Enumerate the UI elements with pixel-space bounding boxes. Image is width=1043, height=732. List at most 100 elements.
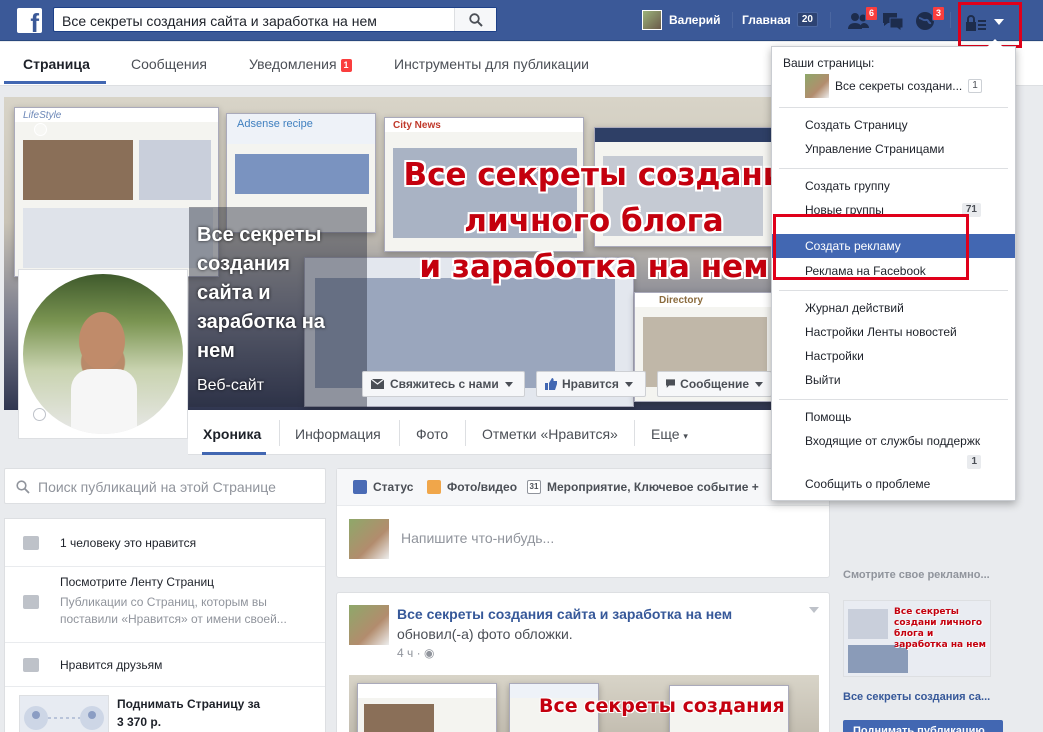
ads-header[interactable]: Смотрите свое рекламно... <box>843 569 990 581</box>
composer-tab-status[interactable]: Статус <box>353 480 413 494</box>
tab-likes[interactable]: Отметки «Нравится» <box>482 426 618 442</box>
menu-help[interactable]: Помощь <box>772 405 1015 429</box>
tab-notifications[interactable]: Уведомления 1 <box>249 56 352 72</box>
active-tab-indicator <box>4 81 106 84</box>
menu-settings[interactable]: Настройки <box>772 344 1015 368</box>
message-button[interactable]: Сообщение <box>657 371 772 397</box>
tab-more-label: Еще <box>651 426 680 442</box>
pages-feed-subtitle: Публикации со Страниц, которым вы постав… <box>60 595 287 626</box>
chevron-down-icon <box>994 19 1004 25</box>
divider <box>465 420 466 446</box>
promote-illustration <box>19 695 109 732</box>
avatar <box>349 519 389 559</box>
menu-create-page[interactable]: Создать Страницу <box>772 113 1015 137</box>
like-button[interactable]: Нравится <box>536 371 646 397</box>
envelope-icon <box>371 379 384 389</box>
tab-photos[interactable]: Фото <box>416 426 448 442</box>
dropdown-page-item[interactable]: Все секреты создани... 1 <box>805 74 1005 98</box>
avatar[interactable] <box>349 605 389 645</box>
tab-page[interactable]: Страница <box>23 56 90 72</box>
divider <box>279 420 280 446</box>
menu-report-problem[interactable]: Сообщить о проблеме <box>772 472 1015 496</box>
search-box[interactable]: Все секреты создания сайта и заработка н… <box>53 7 497 32</box>
mock-label: City News <box>385 118 583 132</box>
notifications-count-badge: 1 <box>340 58 352 72</box>
select-circle-icon[interactable] <box>33 408 46 421</box>
boost-post-button[interactable]: Поднимать публикацию <box>843 720 1003 732</box>
divider <box>634 420 635 446</box>
divider <box>950 12 951 28</box>
profile-picture[interactable] <box>18 269 188 439</box>
avatar <box>642 10 662 30</box>
support-inbox-badge: 1 <box>967 455 981 469</box>
cover-title-line: Все секреты создани <box>403 157 785 193</box>
post-options-chevron-icon[interactable] <box>809 607 819 613</box>
friends-badge: 6 <box>864 6 878 21</box>
page-post-search[interactable]: Поиск публикаций на этой Странице <box>4 468 326 504</box>
user-profile-link[interactable]: Валерий <box>642 9 721 31</box>
composer-tab-label: Мероприятие, Ключевое событие + <box>547 480 759 494</box>
post-action-text: обновил(-а) фото обложки. <box>397 626 573 642</box>
tab-messages[interactable]: Сообщения <box>131 56 207 72</box>
user-name: Валерий <box>669 13 721 27</box>
messages-icon <box>883 13 904 32</box>
chevron-down-icon <box>755 381 763 387</box>
promote-text: Поднимать Страницу за <box>117 697 261 711</box>
composer-tab-label: Фото/видео <box>447 480 518 494</box>
friends-like-row[interactable]: Нравится друзьям <box>5 643 325 687</box>
menu-manage-pages[interactable]: Управление Страницами <box>772 137 1015 161</box>
page-category[interactable]: Веб-сайт <box>197 377 264 395</box>
post-composer: Статус Фото/видео 31 Мероприятие, Ключево… <box>336 468 830 578</box>
feed-icon <box>23 595 39 609</box>
page-info-card: 1 человеку это нравится Посмотрите Ленту… <box>4 518 326 732</box>
likes-row[interactable]: 1 человеку это нравится <box>5 519 325 567</box>
ad-preview-image[interactable]: Все секреты создани личного блога и зара… <box>843 600 991 677</box>
home-link[interactable]: Главная 20 <box>742 12 818 27</box>
menu-news-feed-preferences[interactable]: Настройки Ленты новостей <box>772 320 1015 344</box>
chevron-down-icon <box>504 381 513 387</box>
composer-tab-event[interactable]: 31 Мероприятие, Ключевое событие + <box>527 480 759 494</box>
likes-count-text: 1 человеку это нравится <box>60 536 197 550</box>
composer-tab-photo[interactable]: Фото/видео <box>427 480 517 494</box>
contact-us-label: Свяжитесь с нами <box>390 377 499 391</box>
page-name: Все секреты создания сайта и заработка н… <box>197 221 367 366</box>
tab-about[interactable]: Информация <box>295 426 381 442</box>
your-pages-header: Ваши страницы: <box>783 56 875 70</box>
promote-price: 3 370 р. <box>117 715 162 729</box>
calendar-icon: 31 <box>527 480 541 494</box>
dropdown-caret <box>987 39 1003 47</box>
search-button[interactable] <box>454 8 496 31</box>
page-post-search-input[interactable]: Поиск публикаций на этой Странице <box>38 479 276 495</box>
menu-activity-log[interactable]: Журнал действий <box>772 296 1015 320</box>
message-label: Сообщение <box>680 377 749 391</box>
menu-log-out[interactable]: Выйти <box>772 368 1015 392</box>
pages-feed-row[interactable]: Посмотрите Ленту Страниц Публикации со С… <box>5 567 325 643</box>
divider <box>779 168 1008 169</box>
divider <box>732 12 733 28</box>
messages-jewel[interactable] <box>881 10 905 32</box>
ad-thumbnail <box>848 609 888 639</box>
ad-image-text: Все секреты создани личного блога и зара… <box>894 607 986 650</box>
tab-timeline[interactable]: Хроника <box>203 426 261 442</box>
menu-create-group[interactable]: Создать группу <box>772 174 1015 198</box>
contact-us-button[interactable]: Свяжитесь с нами <box>362 371 525 397</box>
page-name-line: нем <box>197 340 235 362</box>
tab-more[interactable]: Еще ▾ <box>651 426 688 442</box>
like-label: Нравится <box>562 377 619 391</box>
friend-requests-jewel[interactable]: 6 <box>847 6 878 32</box>
ad-link[interactable]: Все секреты создания са... <box>843 691 990 703</box>
post-author-link[interactable]: Все секреты создания сайта и заработка н… <box>397 606 732 622</box>
facebook-logo-icon[interactable]: f <box>17 8 42 33</box>
mock-label: Adsense recipe <box>227 114 375 144</box>
search-input[interactable]: Все секреты создания сайта и заработка н… <box>62 13 377 29</box>
mock-label: LifeStyle <box>15 108 218 122</box>
profile-photo <box>23 274 183 434</box>
post-image[interactable]: Все секреты создания <box>349 675 819 732</box>
composer-input[interactable]: Напишите что-нибудь... <box>401 530 554 546</box>
tab-publishing-tools[interactable]: Инструменты для публикации <box>394 56 589 72</box>
notifications-jewel[interactable]: 3 <box>914 6 945 32</box>
menu-support-inbox[interactable]: Входящие от службы поддержк 1 <box>772 429 1015 469</box>
post-timestamp[interactable]: 4 ч · ◉ <box>397 646 434 660</box>
cover-title-line: и заработка на нем <box>419 249 769 285</box>
select-circle-icon[interactable] <box>34 123 47 136</box>
